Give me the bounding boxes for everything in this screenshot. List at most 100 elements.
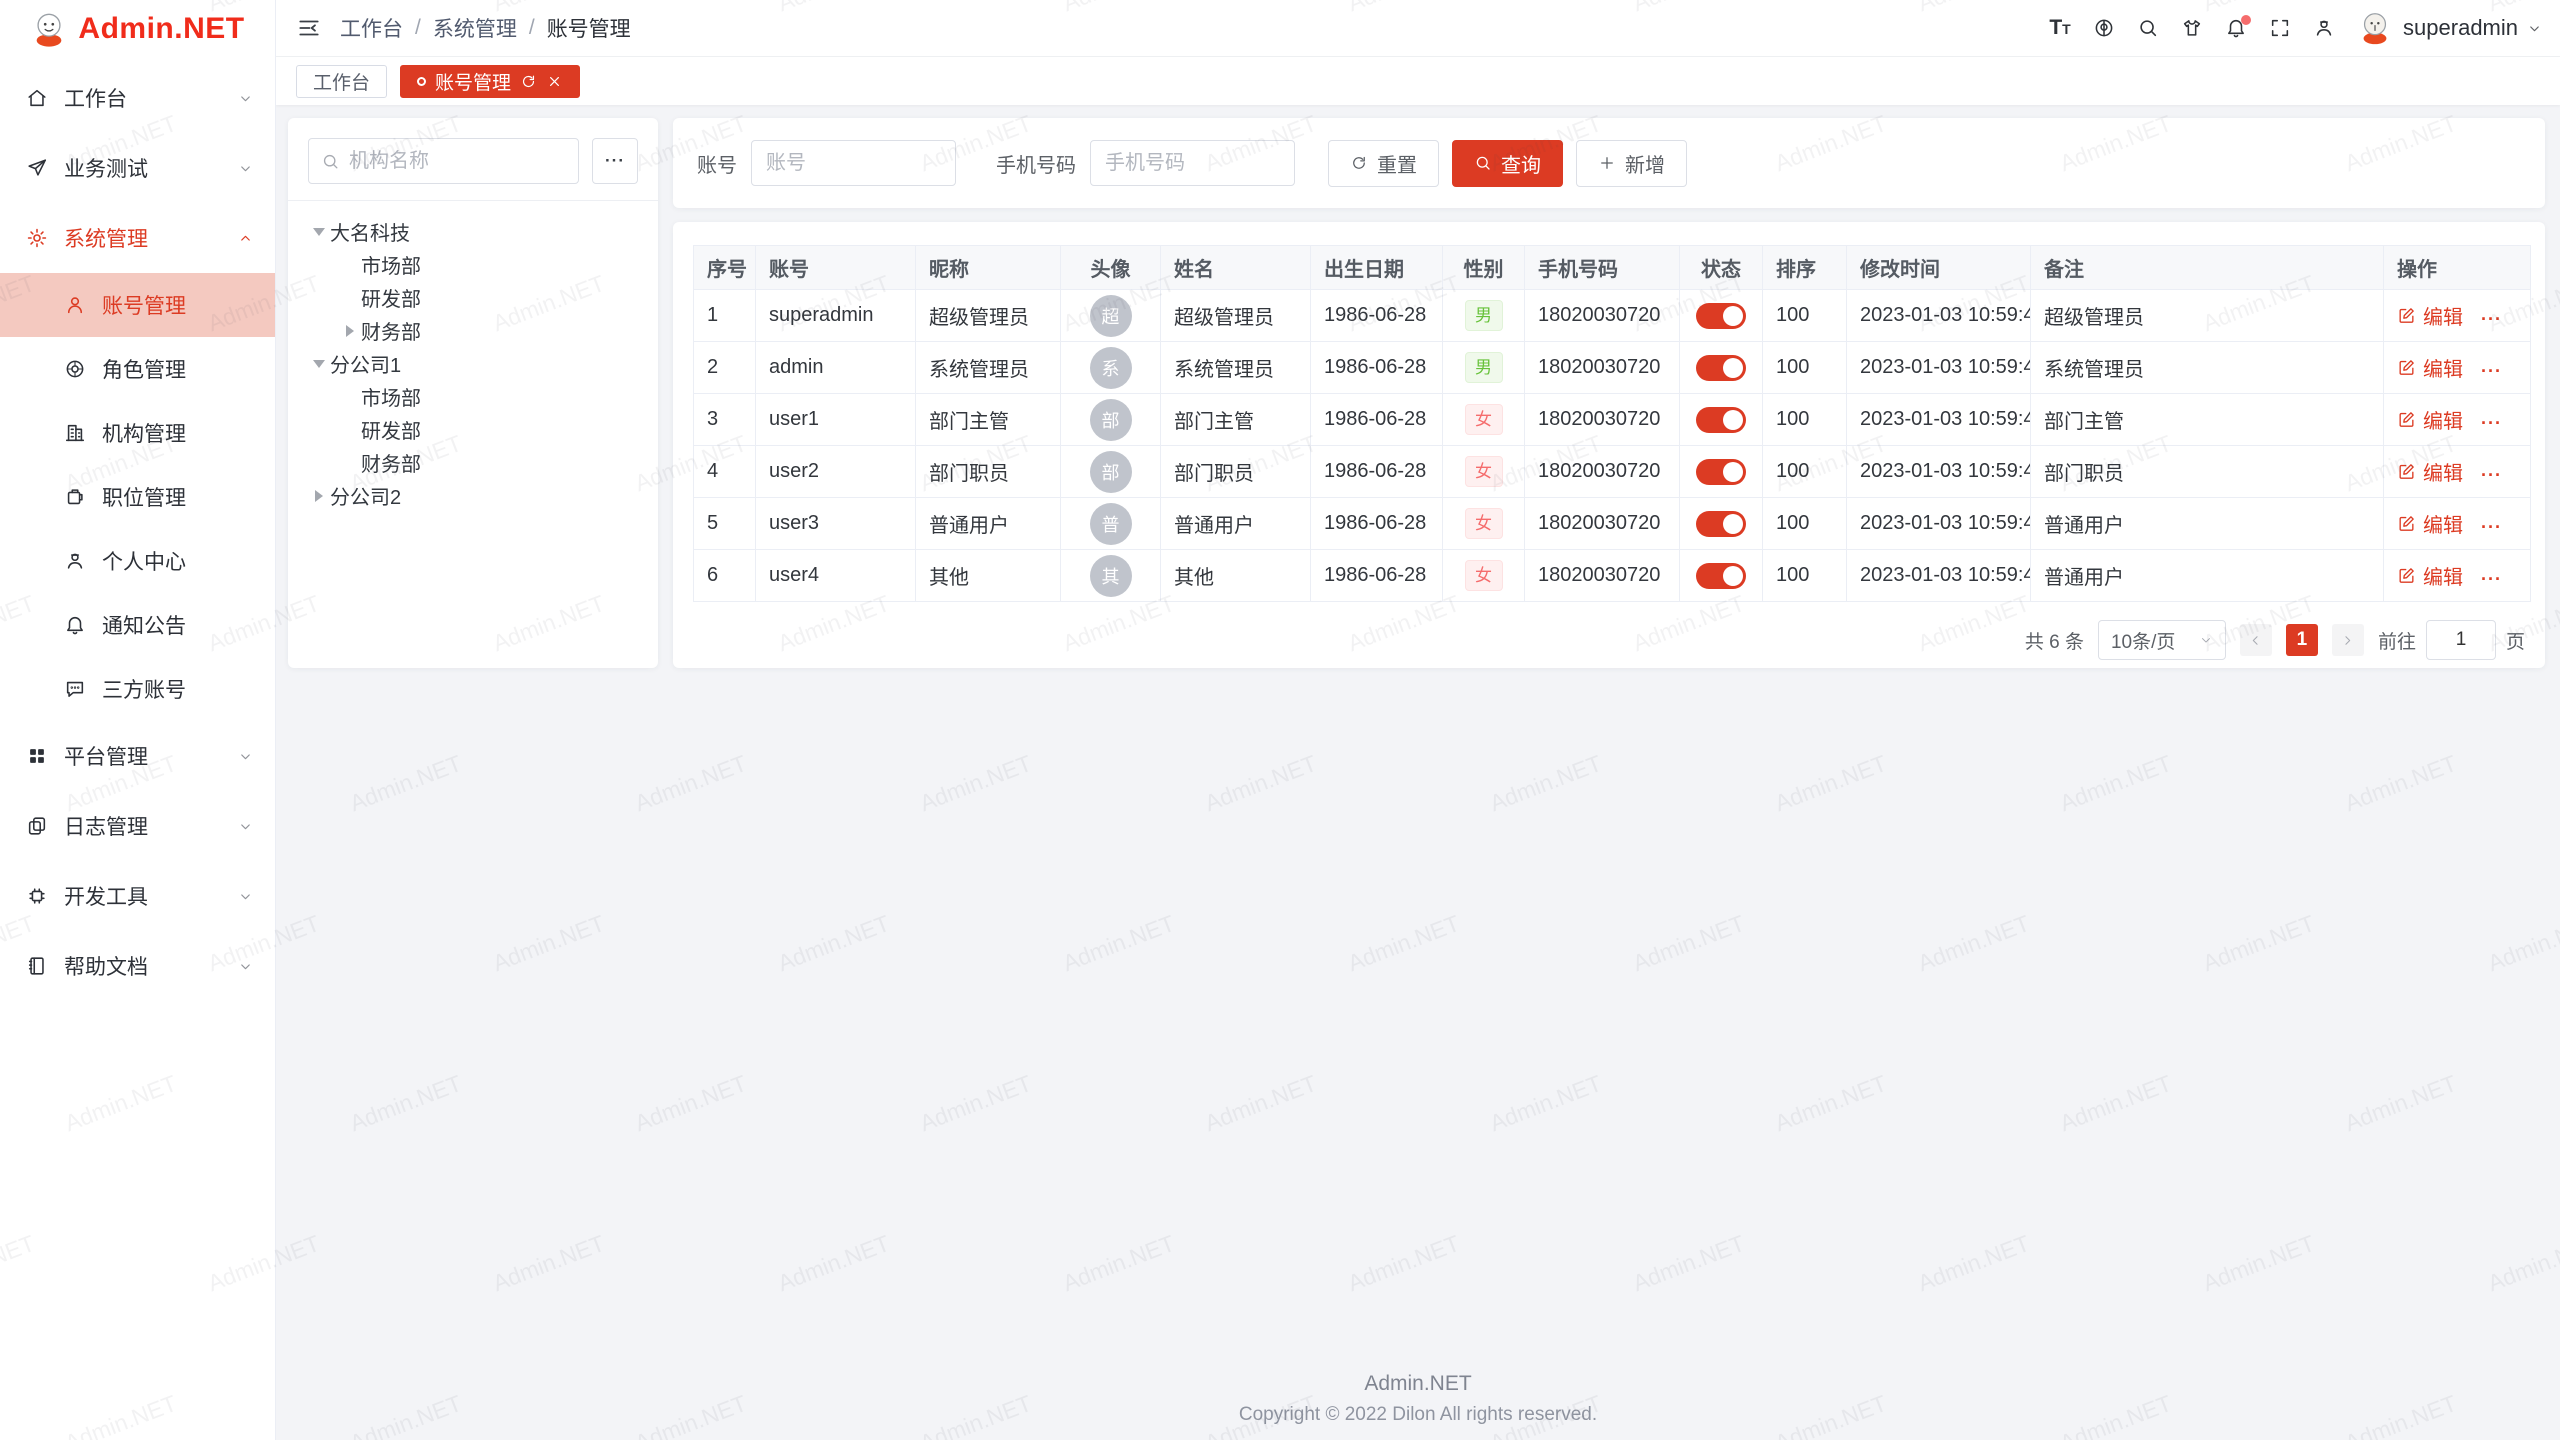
edit-icon <box>2397 462 2416 481</box>
tree-node[interactable]: 财务部 <box>296 446 650 479</box>
close-icon[interactable] <box>546 73 563 90</box>
cell-account: user2 <box>756 446 916 498</box>
sidebar-item-system-manage[interactable]: 系统管理 <box>0 203 275 273</box>
edit-button[interactable]: 编辑 <box>2397 457 2463 486</box>
sidebar-item-third-account[interactable]: 三方账号 <box>0 657 275 721</box>
refresh-icon[interactable] <box>520 73 537 90</box>
more-actions-button[interactable]: ··· <box>2481 517 2502 537</box>
more-actions-button[interactable]: ··· <box>2481 309 2502 329</box>
tree-node-label: 分公司1 <box>330 349 401 378</box>
current-page-button[interactable]: 1 <box>2286 624 2318 656</box>
cell-index: 3 <box>694 394 756 446</box>
org-search-input[interactable] <box>349 150 566 173</box>
position-icon <box>64 486 86 508</box>
sidebar-item-notice[interactable]: 通知公告 <box>0 593 275 657</box>
edit-label: 编辑 <box>2423 561 2463 590</box>
status-toggle[interactable] <box>1696 459 1746 485</box>
font-size-tool[interactable]: TT <box>2038 0 2082 57</box>
sidebar-item-position-manage[interactable]: 职位管理 <box>0 465 275 529</box>
status-toggle[interactable] <box>1696 563 1746 589</box>
tab-account-manage[interactable]: 账号管理 <box>400 65 580 98</box>
sidebar-item-account-manage[interactable]: 账号管理 <box>0 273 275 337</box>
breadcrumb-item[interactable]: 系统管理 <box>433 13 517 43</box>
cell-status <box>1680 394 1763 446</box>
sidebar-item-platform-manage[interactable]: 平台管理 <box>0 721 275 791</box>
edit-button[interactable]: 编辑 <box>2397 509 2463 538</box>
status-toggle[interactable] <box>1696 511 1746 537</box>
topbar-left: 工作台 / 系统管理 / 账号管理 <box>296 13 631 43</box>
add-button[interactable]: 新增 <box>1576 140 1687 187</box>
cell-gender: 女 <box>1443 446 1525 498</box>
user-menu[interactable]: superadmin <box>2356 9 2542 47</box>
more-actions-button[interactable]: ··· <box>2481 465 2502 485</box>
caret-down-icon <box>308 228 330 236</box>
profile-tool[interactable] <box>2302 0 2346 57</box>
cell-avatar: 部 <box>1061 446 1161 498</box>
status-toggle[interactable] <box>1696 303 1746 329</box>
edit-button[interactable]: 编辑 <box>2397 405 2463 434</box>
tab-workbench[interactable]: 工作台 <box>296 65 387 98</box>
edit-button[interactable]: 编辑 <box>2397 301 2463 330</box>
chevron-down-icon <box>238 749 253 764</box>
reset-button[interactable]: 重置 <box>1328 140 1439 187</box>
tree-node[interactable]: 市场部 <box>296 380 650 413</box>
tree-node[interactable]: 分公司2 <box>296 479 650 512</box>
sidebar-item-business-test[interactable]: 业务测试 <box>0 133 275 203</box>
theme-tool[interactable] <box>2170 0 2214 57</box>
page-size-select[interactable]: 10条/页 <box>2098 620 2226 660</box>
query-button[interactable]: 查询 <box>1452 140 1563 187</box>
sidebar-item-dev-tools[interactable]: 开发工具 <box>0 861 275 931</box>
next-page-button[interactable] <box>2332 624 2364 656</box>
account-input[interactable] <box>751 140 956 186</box>
tree-node-label: 研发部 <box>361 283 421 312</box>
cell-name: 部门主管 <box>1161 394 1311 446</box>
edit-button[interactable]: 编辑 <box>2397 561 2463 590</box>
edit-icon <box>2397 306 2416 325</box>
sidebar-item-help-docs[interactable]: 帮助文档 <box>0 931 275 1001</box>
tree-node[interactable]: 研发部 <box>296 413 650 446</box>
menu-fold-icon[interactable] <box>296 15 322 41</box>
status-toggle[interactable] <box>1696 407 1746 433</box>
search-tool[interactable] <box>2126 0 2170 57</box>
avatar: 系 <box>1090 347 1132 389</box>
edit-icon <box>2397 566 2416 585</box>
tree-node[interactable]: 分公司1 <box>296 347 650 380</box>
sidebar-item-workbench[interactable]: 工作台 <box>0 63 275 133</box>
prev-page-button[interactable] <box>2240 624 2272 656</box>
tree-node[interactable]: 大名科技 <box>296 215 650 248</box>
tree-node[interactable]: 研发部 <box>296 281 650 314</box>
column-header: 姓名 <box>1161 246 1311 290</box>
more-actions-button[interactable]: ··· <box>2481 569 2502 589</box>
more-actions-button[interactable]: ··· <box>2481 413 2502 433</box>
sidebar-item-role-manage[interactable]: 角色管理 <box>0 337 275 401</box>
cell-status <box>1680 498 1763 550</box>
cell-index: 6 <box>694 550 756 602</box>
language-tool[interactable] <box>2082 0 2126 57</box>
sidebar-item-org-manage[interactable]: 机构管理 <box>0 401 275 465</box>
gender-badge: 男 <box>1465 352 1503 383</box>
cell-modified: 2023-01-03 10:59:44 <box>1847 550 2031 602</box>
cell-avatar: 普 <box>1061 498 1161 550</box>
edit-button[interactable]: 编辑 <box>2397 353 2463 382</box>
tab-active-dot-icon <box>417 77 426 86</box>
breadcrumb-item[interactable]: 工作台 <box>340 13 403 43</box>
sidebar-item-personal-center[interactable]: 个人中心 <box>0 529 275 593</box>
fullscreen-tool[interactable] <box>2258 0 2302 57</box>
footer-title: Admin.NET <box>276 1368 2560 1400</box>
logo[interactable]: Admin.NET <box>0 0 275 57</box>
breadcrumb-item-current: 账号管理 <box>547 13 631 43</box>
breadcrumb: 工作台 / 系统管理 / 账号管理 <box>340 13 631 43</box>
goto-page-input[interactable] <box>2426 620 2496 660</box>
tree-node[interactable]: 财务部 <box>296 314 650 347</box>
status-toggle[interactable] <box>1696 355 1746 381</box>
breadcrumb-separator: / <box>415 16 421 40</box>
phone-input[interactable] <box>1090 140 1295 186</box>
notification-tool[interactable] <box>2214 0 2258 57</box>
sidebar-menu: 工作台业务测试系统管理账号管理角色管理机构管理职位管理个人中心通知公告三方账号平… <box>0 57 275 1001</box>
cell-birth: 1986-06-28 <box>1311 290 1443 342</box>
accounts-table-card: 序号账号昵称头像姓名出生日期性别手机号码状态排序修改时间备注操作 1supera… <box>673 222 2545 668</box>
more-actions-button[interactable]: ··· <box>2481 361 2502 381</box>
tree-more-button[interactable]: ··· <box>592 138 638 184</box>
tree-node[interactable]: 市场部 <box>296 248 650 281</box>
sidebar-item-log-manage[interactable]: 日志管理 <box>0 791 275 861</box>
